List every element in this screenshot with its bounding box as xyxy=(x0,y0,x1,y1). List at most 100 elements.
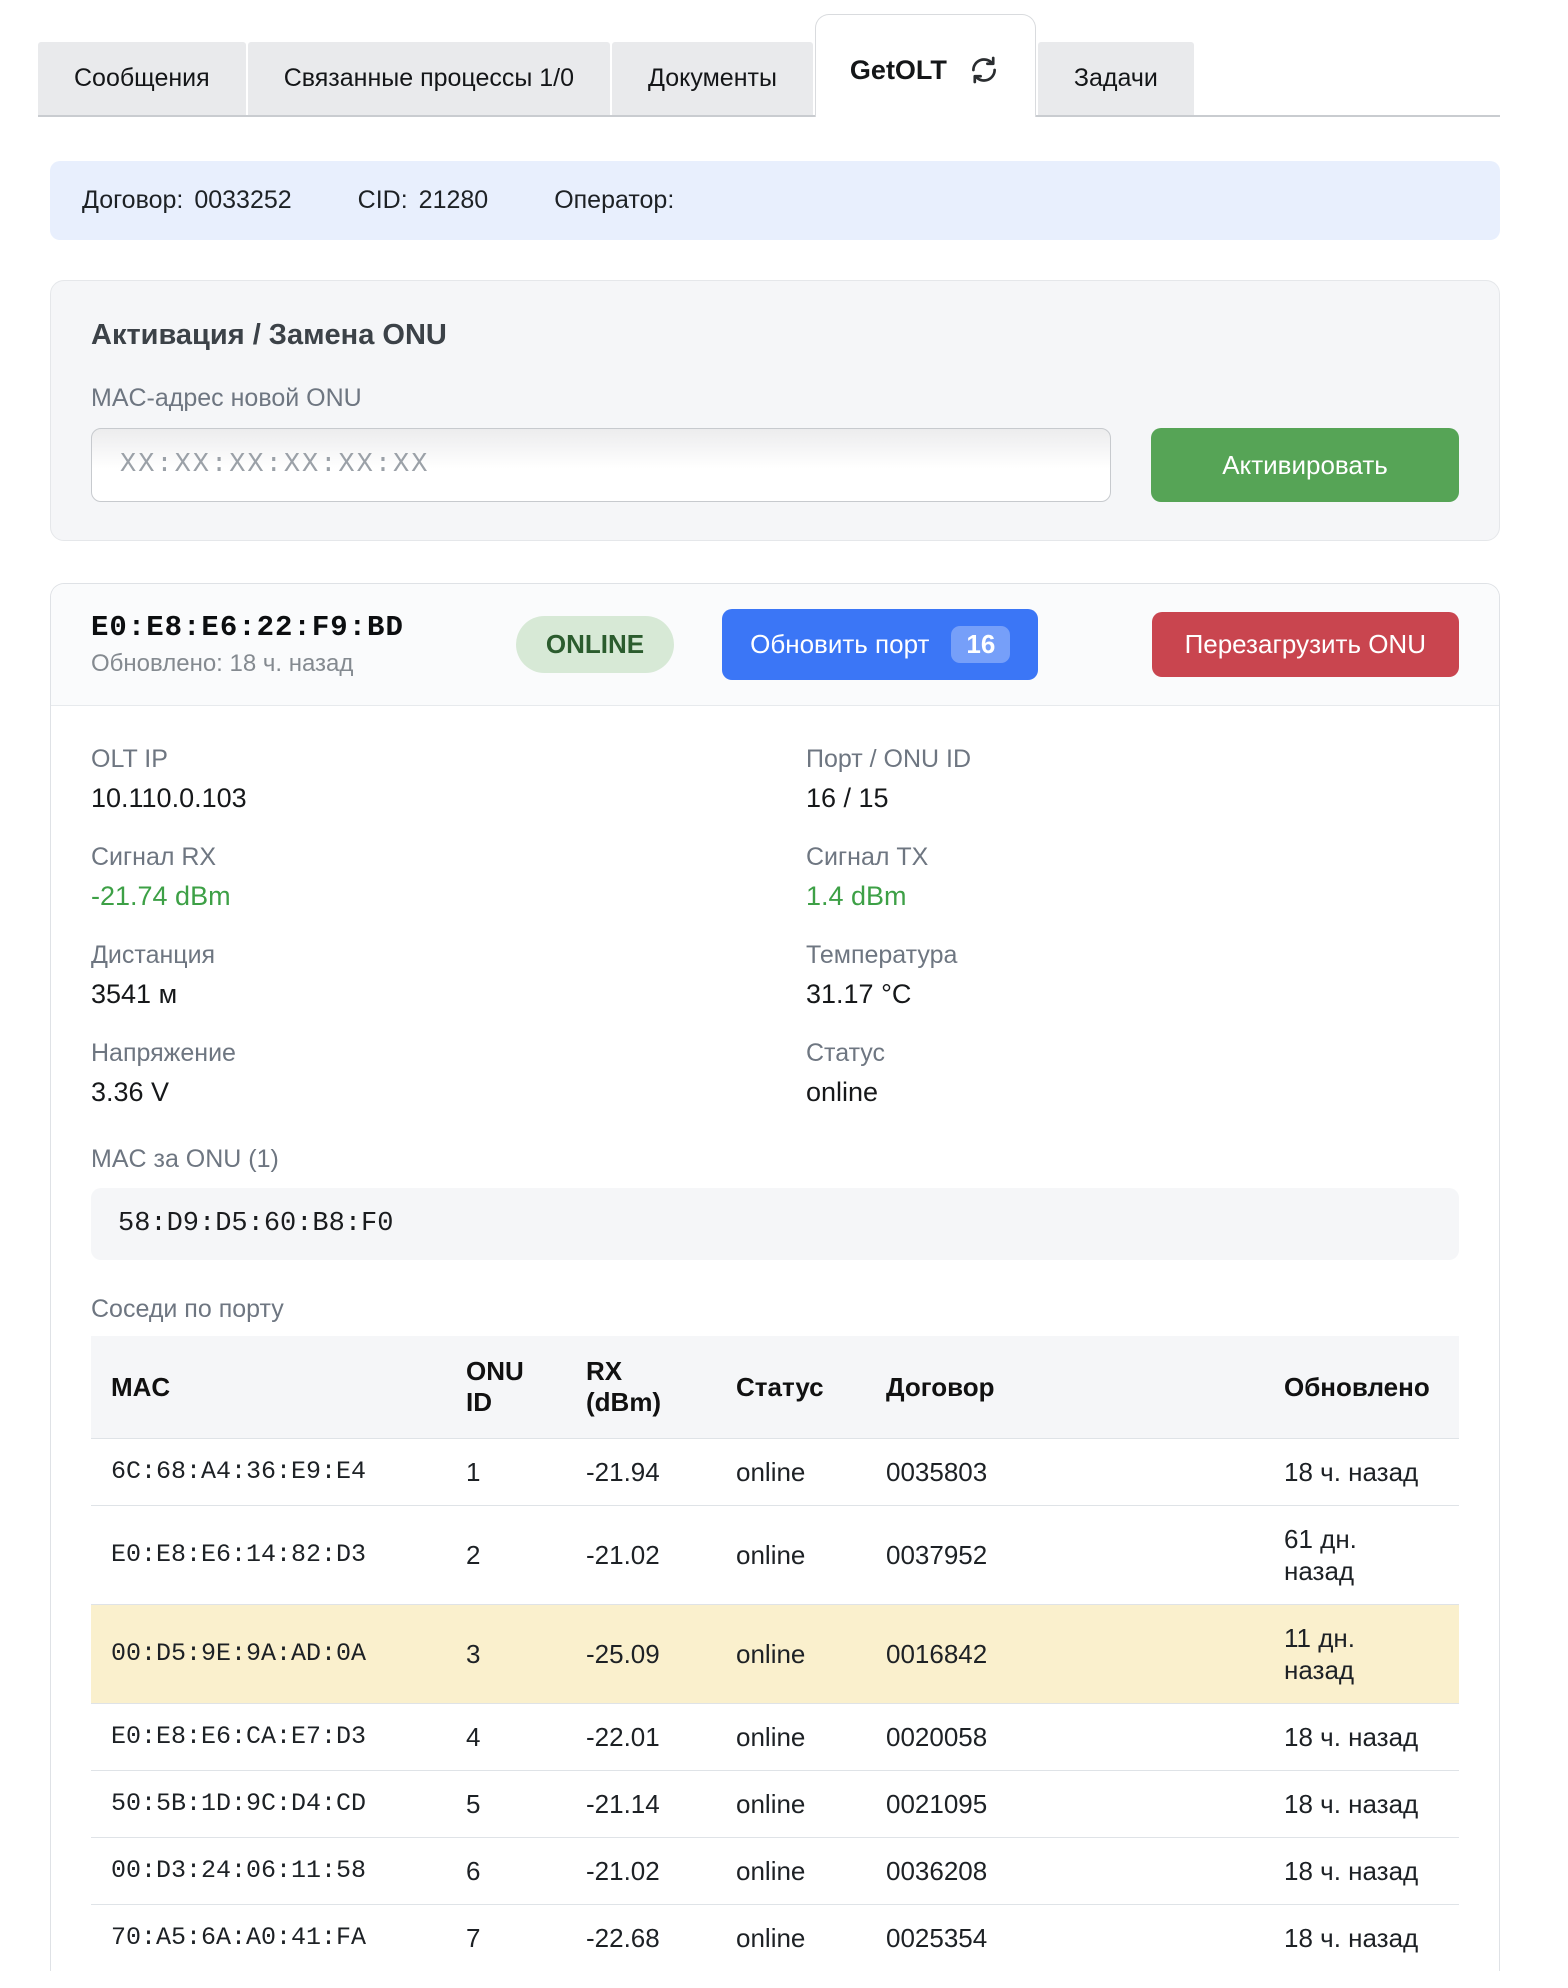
activate-button[interactable]: Активировать xyxy=(1151,428,1459,502)
cell-mac: E0:E8:E6:14:82:D3 xyxy=(91,1506,446,1605)
cell-rx: -25.09 xyxy=(566,1605,716,1704)
cell-onu-id: 2 xyxy=(446,1506,566,1605)
stat-value: 3541 м xyxy=(91,978,806,1010)
stat-label: Температура xyxy=(806,940,1459,970)
cid-value: 21280 xyxy=(419,186,489,215)
header-contract: Договор xyxy=(866,1336,1264,1439)
stat-value: 10.110.0.103 xyxy=(91,782,806,814)
new-onu-mac-label: MAC-адрес новой ONU xyxy=(91,384,1459,413)
cell-contract: 0025354 xyxy=(866,1905,1264,1972)
cid-label: CID: xyxy=(358,186,408,215)
stat-item: Порт / ONU ID 16 / 15 xyxy=(806,744,1459,814)
stat-value: -21.74 dBm xyxy=(91,880,806,912)
onu-card: E0:E8:E6:22:F9:BD Обновлено: 18 ч. назад… xyxy=(50,583,1500,1971)
cell-contract: 0037952 xyxy=(866,1506,1264,1605)
cell-updated: 18 ч. назад xyxy=(1264,1771,1459,1838)
contract-info: Договор: 0033252 xyxy=(82,186,292,215)
stat-item: Напряжение 3.36 V xyxy=(91,1038,806,1108)
stat-value: 16 / 15 xyxy=(806,782,1459,814)
operator-info: Оператор: xyxy=(554,186,685,215)
stat-label: Статус xyxy=(806,1038,1459,1068)
contract-info-bar: Договор: 0033252 CID: 21280 Оператор: xyxy=(50,161,1500,240)
tab-documents[interactable]: Документы xyxy=(612,42,813,115)
stat-label: Сигнал RX xyxy=(91,842,806,872)
stats-grid: OLT IP 10.110.0.103 Порт / ONU ID 16 / 1… xyxy=(91,744,1459,1108)
stat-item: Сигнал TX 1.4 dBm xyxy=(806,842,1459,912)
refresh-icon[interactable] xyxy=(967,53,1001,87)
header-status: Статус xyxy=(716,1336,866,1439)
contract-label: Договор: xyxy=(82,186,183,215)
cell-mac: 00:D3:24:06:11:58 xyxy=(91,1838,446,1905)
cell-status: online xyxy=(716,1605,866,1704)
cell-updated: 61 дн. назад xyxy=(1264,1506,1459,1605)
online-status-badge: ONLINE xyxy=(516,616,674,673)
cell-mac: 6C:68:A4:36:E9:E4 xyxy=(91,1439,446,1506)
operator-label: Оператор: xyxy=(554,186,674,215)
header-row: MAC ONU ID RX (dBm) Статус Договор Обнов… xyxy=(91,1336,1459,1439)
stat-label: OLT IP xyxy=(91,744,806,774)
cell-status: online xyxy=(716,1506,866,1605)
onu-updated-text: Обновлено: 18 ч. назад xyxy=(91,650,404,678)
cell-rx: -21.02 xyxy=(566,1838,716,1905)
cell-contract: 0036208 xyxy=(866,1838,1264,1905)
tab-messages[interactable]: Сообщения xyxy=(38,42,246,115)
stat-item: Дистанция 3541 м xyxy=(91,940,806,1010)
cell-updated: 11 дн. назад xyxy=(1264,1605,1459,1704)
stat-item: Сигнал RX -21.74 dBm xyxy=(91,842,806,912)
stat-label: Напряжение xyxy=(91,1038,806,1068)
stat-item: Температура 31.17 °C xyxy=(806,940,1459,1010)
tab-bar: Сообщения Связанные процессы 1/0 Докумен… xyxy=(38,14,1500,117)
stat-label: Порт / ONU ID xyxy=(806,744,1459,774)
header-updated: Обновлено xyxy=(1264,1336,1459,1439)
cell-updated: 18 ч. назад xyxy=(1264,1905,1459,1972)
cell-onu-id: 6 xyxy=(446,1838,566,1905)
cell-rx: -22.68 xyxy=(566,1905,716,1972)
cell-contract: 0021095 xyxy=(866,1771,1264,1838)
neighbors-table-body: 6C:68:A4:36:E9:E4 1 -21.94 online 003580… xyxy=(91,1439,1459,1972)
cell-updated: 18 ч. назад xyxy=(1264,1439,1459,1506)
neighbors-table-head: MAC ONU ID RX (dBm) Статус Договор Обнов… xyxy=(91,1336,1459,1439)
cell-mac: 00:D5:9E:9A:AD:0A xyxy=(91,1605,446,1704)
cell-mac: 70:A5:6A:A0:41:FA xyxy=(91,1905,446,1972)
header-mac: MAC xyxy=(91,1336,446,1439)
table-row: 00:D3:24:06:11:58 6 -21.02 online 003620… xyxy=(91,1838,1459,1905)
activation-card-title: Активация / Замена ONU xyxy=(91,319,1459,352)
onu-card-body: OLT IP 10.110.0.103 Порт / ONU ID 16 / 1… xyxy=(51,706,1499,1971)
stat-value: online xyxy=(806,1076,1459,1108)
new-onu-mac-input[interactable] xyxy=(91,428,1111,502)
cell-onu-id: 4 xyxy=(446,1704,566,1771)
cell-updated: 18 ч. назад xyxy=(1264,1838,1459,1905)
cell-rx: -21.02 xyxy=(566,1506,716,1605)
cid-info: CID: 21280 xyxy=(358,186,489,215)
cell-contract: 0035803 xyxy=(866,1439,1264,1506)
header-rx: RX (dBm) xyxy=(566,1336,716,1439)
page: Сообщения Связанные процессы 1/0 Докумен… xyxy=(0,14,1568,1971)
contract-value: 0033252 xyxy=(194,186,291,215)
cell-mac: 50:5B:1D:9C:D4:CD xyxy=(91,1771,446,1838)
table-row: 70:A5:6A:A0:41:FA 7 -22.68 online 002535… xyxy=(91,1905,1459,1972)
stat-item: OLT IP 10.110.0.103 xyxy=(91,744,806,814)
table-row: 00:D5:9E:9A:AD:0A 3 -25.09 online 001684… xyxy=(91,1605,1459,1704)
cell-onu-id: 1 xyxy=(446,1439,566,1506)
cell-status: online xyxy=(716,1771,866,1838)
stat-label: Сигнал TX xyxy=(806,842,1459,872)
cell-onu-id: 3 xyxy=(446,1605,566,1704)
port-number-badge: 16 xyxy=(951,626,1010,663)
tab-related-processes[interactable]: Связанные процессы 1/0 xyxy=(248,42,610,115)
cell-rx: -22.01 xyxy=(566,1704,716,1771)
table-row: E0:E8:E6:14:82:D3 2 -21.02 online 003795… xyxy=(91,1506,1459,1605)
cell-status: online xyxy=(716,1838,866,1905)
tab-getolt-label: GetOLT xyxy=(850,55,947,86)
tab-getolt[interactable]: GetOLT xyxy=(815,14,1036,117)
port-neighbors-label: Соседи по порту xyxy=(91,1294,1459,1324)
refresh-port-button[interactable]: Обновить порт 16 xyxy=(722,609,1038,680)
tab-tasks[interactable]: Задачи xyxy=(1038,42,1194,115)
cell-status: online xyxy=(716,1905,866,1972)
reboot-onu-button[interactable]: Перезагрузить ONU xyxy=(1152,612,1459,677)
cell-contract: 0016842 xyxy=(866,1605,1264,1704)
mac-behind-onu-value: 58:D9:D5:60:B8:F0 xyxy=(91,1188,1459,1260)
onu-mac-address: E0:E8:E6:22:F9:BD xyxy=(91,611,404,645)
cell-onu-id: 5 xyxy=(446,1771,566,1838)
cell-rx: -21.94 xyxy=(566,1439,716,1506)
refresh-port-label: Обновить порт xyxy=(750,629,929,660)
